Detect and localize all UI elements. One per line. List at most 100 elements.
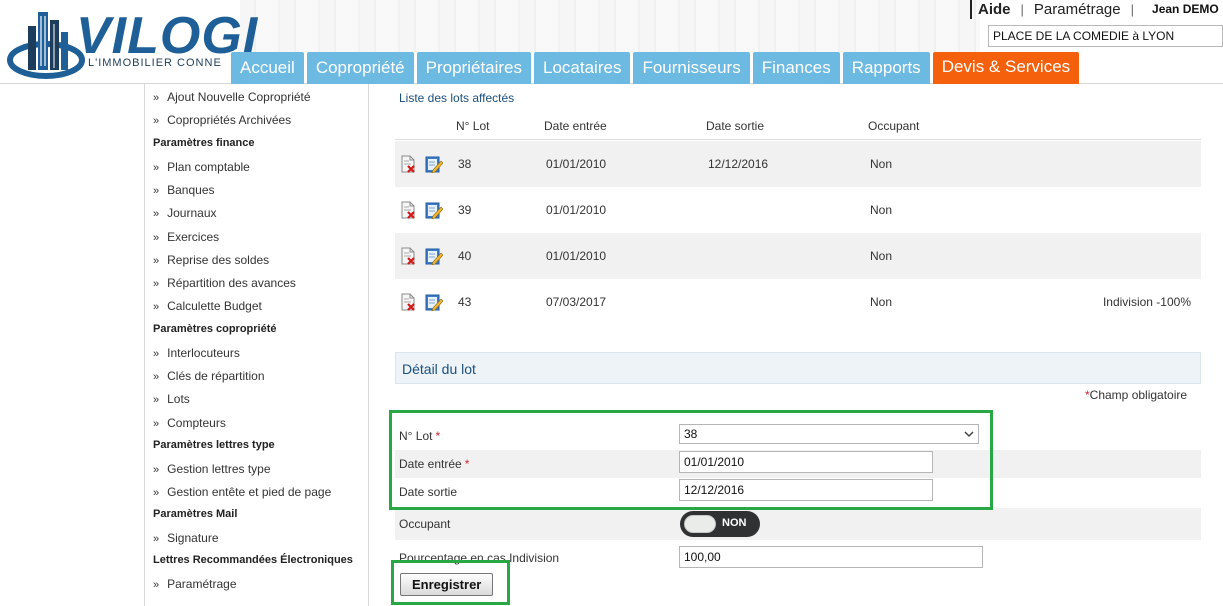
lot-number: 40 (458, 249, 472, 263)
sidebar-item[interactable]: » Gestion lettres type (153, 462, 271, 476)
delete-doc-icon[interactable] (399, 293, 417, 311)
sidebar-item[interactable]: » Journaux (153, 206, 217, 220)
site-selector[interactable]: PLACE DE LA COMEDIE à LYON (988, 25, 1223, 47)
pourcentage-label: Pourcentage en cas Indivision (399, 551, 560, 565)
double-chevron-icon: » (153, 232, 160, 244)
date-entree: 01/01/2010 (546, 157, 607, 171)
date-entree-label: Date entrée * (399, 457, 469, 471)
tab-devis-services[interactable]: Devis & Services (932, 52, 1080, 84)
sidebar-item-label: Plan comptable (167, 160, 250, 174)
date-entree-label-text: Date entrée (399, 457, 462, 471)
sidebar-item[interactable]: » Copropriétés Archivées (153, 113, 291, 127)
required-star: * (464, 457, 470, 471)
occupant: Non (870, 295, 893, 309)
sidebar-heading: Paramètres lettres type (153, 439, 275, 451)
user-name[interactable]: Jean DEMO (1152, 2, 1219, 16)
sidebar-item[interactable]: » Ajout Nouvelle Copropriété (153, 90, 311, 104)
tab-finances[interactable]: Finances (752, 52, 840, 84)
date-sortie-row: Date sortie 12/12/2016 (395, 478, 1201, 506)
tab-proprietaires[interactable]: Propriétaires (416, 52, 532, 84)
sidebar-item[interactable]: » Calculette Budget (153, 299, 262, 313)
required-note: *Champ obligatoire (1085, 388, 1187, 402)
sidebar-item-label: Paramétrage (167, 577, 237, 591)
required-star: * (435, 429, 441, 443)
sidebar-item[interactable]: » Lots (153, 392, 190, 406)
table-row: 40 01/01/2010 Non (395, 233, 1201, 279)
tab-accueil[interactable]: Accueil (231, 52, 304, 84)
sidebar-item[interactable]: » Paramétrage (153, 577, 237, 591)
double-chevron-icon: » (153, 278, 160, 290)
table-row: 38 01/01/2010 12/12/2016 Non (395, 141, 1201, 187)
toggle-state-label: NON (722, 517, 747, 529)
occupant-toggle[interactable]: NON (680, 511, 760, 537)
pipe-divider: | (1020, 1, 1024, 17)
double-chevron-icon: » (153, 579, 160, 591)
logo-tagline: L'IMMOBILIER CONNE (88, 57, 222, 69)
lot-number: 38 (458, 157, 472, 171)
double-chevron-icon: » (153, 371, 160, 383)
date-entree-input[interactable]: 01/01/2010 (679, 451, 933, 473)
edit-doc-icon[interactable] (425, 293, 444, 312)
sidebar-item-label: Exercices (167, 230, 220, 244)
double-chevron-icon: » (153, 533, 160, 545)
sidebar-item-label: Répartition des avances (167, 276, 296, 290)
save-button[interactable]: Enregistrer (400, 573, 494, 596)
header-building-backdrop (240, 0, 980, 52)
edit-doc-icon[interactable] (425, 201, 444, 220)
sidebar-item-label: Gestion entête et pied de page (167, 485, 332, 499)
double-chevron-icon: » (153, 348, 160, 360)
sidebar-item-label: Interlocuteurs (167, 346, 240, 360)
sidebar-item-label: Journaux (167, 206, 217, 220)
sidebar-item[interactable]: » Clés de répartition (153, 369, 265, 383)
column-header-occupant: Occupant (868, 119, 920, 133)
double-chevron-icon: » (153, 208, 160, 220)
delete-doc-icon[interactable] (399, 201, 417, 219)
delete-doc-icon[interactable] (399, 247, 417, 265)
lot-select-value: 38 (684, 427, 698, 441)
sidebar-item[interactable]: » Banques (153, 183, 215, 197)
sidebar-item[interactable]: » Répartition des avances (153, 276, 296, 290)
edit-doc-icon[interactable] (425, 155, 444, 174)
sidebar-item[interactable]: » Reprise des soldes (153, 253, 269, 267)
tab-copropriete[interactable]: Copropriété (306, 52, 414, 84)
sidebar-item[interactable]: » Plan comptable (153, 160, 250, 174)
column-header-lot: N° Lot (456, 119, 490, 133)
double-chevron-icon: » (153, 162, 160, 174)
tab-locataires[interactable]: Locataires (534, 52, 631, 84)
occupant-row: Occupant NON (395, 508, 1201, 540)
settings-link[interactable]: Paramétrage (1034, 1, 1121, 18)
double-chevron-icon: » (153, 487, 160, 499)
tab-fournisseurs[interactable]: Fournisseurs (633, 52, 750, 84)
detail-title: Détail du lot (402, 361, 476, 377)
column-header-date-sortie: Date sortie (706, 119, 765, 133)
lot-number: 39 (458, 203, 472, 217)
double-chevron-icon: » (153, 185, 160, 197)
sidebar-item-label: Gestion lettres type (167, 462, 271, 476)
sidebar-item[interactable]: » Compteurs (153, 416, 226, 430)
occupant: Non (870, 157, 893, 171)
tab-rapports[interactable]: Rapports (842, 52, 930, 84)
double-chevron-icon: » (153, 255, 160, 267)
sidebar-item[interactable]: » Signature (153, 531, 219, 545)
vilogi-logo[interactable]: VILOGI L'IMMOBILIER CONNE (6, 4, 268, 84)
table-row: 39 01/01/2010 Non (395, 187, 1201, 233)
pourcentage-row: Pourcentage en cas Indivision 100,00 (395, 544, 1201, 570)
date-sortie-input[interactable]: 12/12/2016 (679, 479, 933, 501)
double-chevron-icon: » (153, 115, 160, 127)
sidebar-item[interactable]: » Exercices (153, 230, 219, 244)
lot-select[interactable]: 38 (679, 424, 979, 444)
help-link[interactable]: Aide (978, 1, 1011, 18)
date-entree: 01/01/2010 (546, 249, 607, 263)
sidebar-item[interactable]: » Interlocuteurs (153, 346, 240, 360)
occupant: Non (870, 203, 893, 217)
edit-doc-icon[interactable] (425, 247, 444, 266)
double-chevron-icon: » (153, 394, 160, 406)
delete-doc-icon[interactable] (399, 155, 417, 173)
sidebar-item-label: Reprise des soldes (167, 253, 270, 267)
sidebar-item[interactable]: » Gestion entête et pied de page (153, 485, 331, 499)
main-nav: Accueil Copropriété Propriétaires Locata… (231, 52, 1082, 84)
pourcentage-input[interactable]: 100,00 (679, 546, 983, 568)
date-sortie: 12/12/2016 (708, 157, 769, 171)
sidebar-item-label: Compteurs (167, 416, 226, 430)
sidebar-heading: Lettres Recommandées Électroniques (153, 554, 353, 566)
